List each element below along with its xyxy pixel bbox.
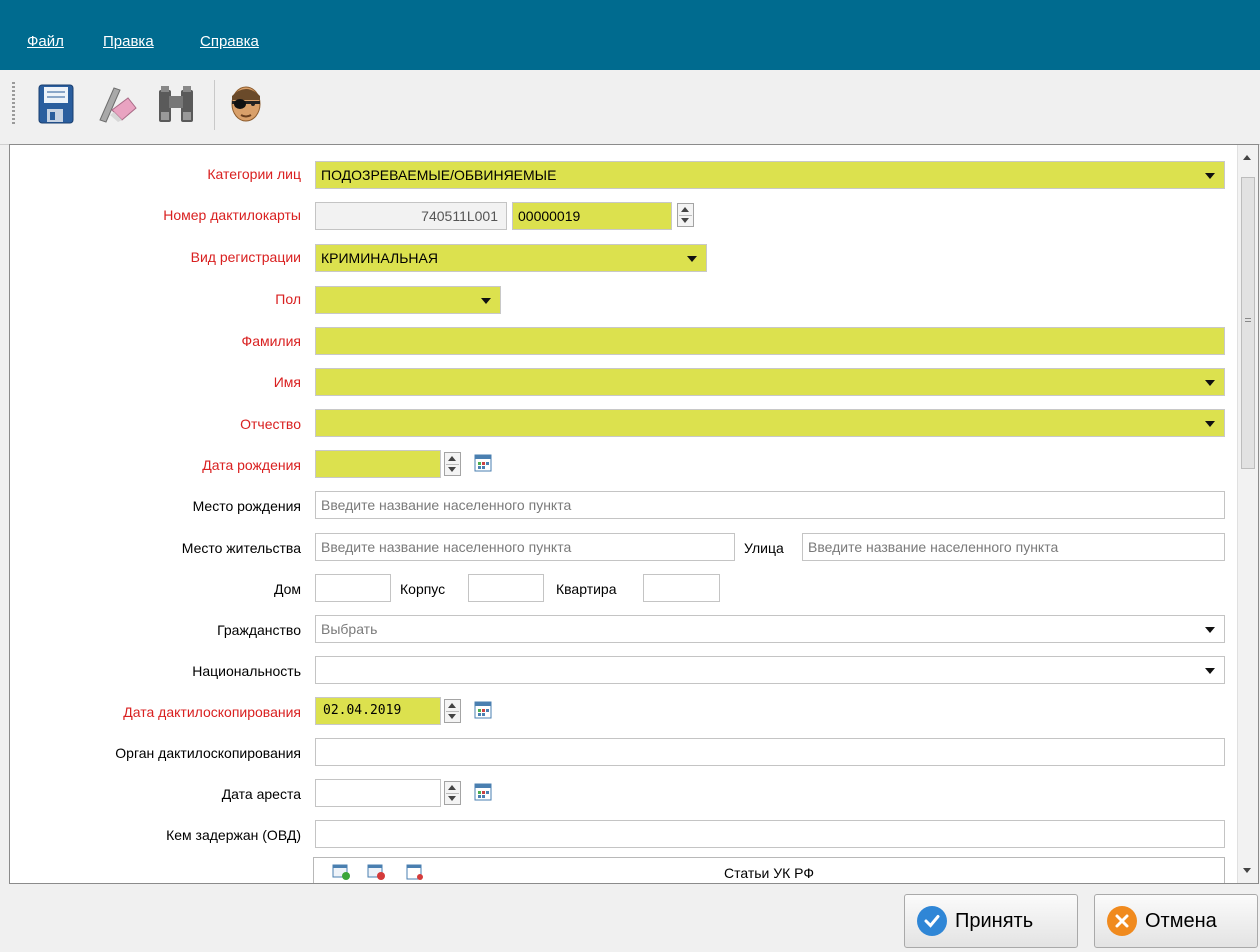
close-icon	[1107, 906, 1137, 936]
menu-bar: Файл Правка Справка	[0, 0, 1260, 70]
accept-label: Принять	[955, 909, 1034, 932]
check-icon	[917, 906, 947, 936]
birth-place-placeholder: Введите название населенного пункта	[321, 497, 572, 513]
person-form: Категории лиц ПОДОЗРЕВАЕМЫЕ/ОБВИНЯЕМЫЕ Н…	[9, 144, 1259, 884]
card-number-prefix-value: 740511L001	[421, 208, 498, 224]
fingerprint-agency-input[interactable]	[315, 738, 1225, 766]
vertical-scrollbar[interactable]	[1237, 145, 1258, 883]
label-nationality: Национальность	[192, 663, 301, 679]
chevron-down-icon	[687, 256, 697, 262]
menu-edit[interactable]: Правка	[103, 33, 154, 50]
scroll-down-icon[interactable]	[1243, 868, 1251, 873]
calendar-icon[interactable]	[474, 783, 492, 801]
registration-type-value: КРИМИНАЛЬНАЯ	[321, 250, 438, 266]
birth-date-stepper[interactable]	[444, 452, 461, 476]
building-input[interactable]	[468, 574, 544, 602]
label-street: Улица	[744, 540, 784, 556]
scrollbar-thumb[interactable]	[1241, 177, 1255, 469]
category-select[interactable]: ПОДОЗРЕВАЕМЫЕ/ОБВИНЯЕМЫЕ	[315, 161, 1225, 189]
fingerprint-date-field[interactable]: 02.04.2019	[315, 697, 441, 725]
street-placeholder: Введите название населенного пункта	[808, 539, 1059, 555]
registration-type-select[interactable]: КРИМИНАЛЬНАЯ	[315, 244, 707, 272]
label-residence: Место жительства	[181, 540, 301, 556]
calendar-icon[interactable]	[474, 701, 492, 719]
nationality-select[interactable]	[315, 656, 1225, 684]
label-detained-by: Кем задержан (ОВД)	[166, 827, 301, 843]
toolbar-grip[interactable]	[12, 82, 15, 126]
chevron-down-icon	[1205, 173, 1215, 179]
toolbar	[0, 70, 1260, 145]
detained-by-input[interactable]	[315, 820, 1225, 848]
label-building: Корпус	[400, 581, 446, 597]
cancel-button[interactable]: Отмена	[1094, 894, 1258, 948]
label-category: Категории лиц	[207, 166, 301, 182]
binoculars-icon[interactable]	[150, 76, 202, 132]
label-patronymic: Отчество	[240, 416, 301, 432]
label-sex: Пол	[275, 291, 301, 307]
label-birth-place: Место рождения	[192, 498, 301, 514]
agent-avatar-icon[interactable]	[220, 76, 272, 132]
birth-date-field[interactable]: . .	[315, 450, 441, 478]
cancel-label: Отмена	[1145, 909, 1217, 932]
label-fingerprint-agency: Орган дактилоскопирования	[115, 745, 301, 761]
articles-title: Статьи УК РФ	[723, 865, 815, 881]
card-number-stepper[interactable]	[677, 203, 694, 227]
house-input[interactable]	[315, 574, 391, 602]
accept-button[interactable]: Принять	[904, 894, 1078, 948]
chevron-down-icon	[1205, 421, 1215, 427]
label-house: Дом	[273, 581, 301, 597]
fingerprint-date-value: 02.04.2019	[323, 703, 402, 718]
fingerprint-date-stepper[interactable]	[444, 699, 461, 723]
label-birth-date: Дата рождения	[202, 457, 301, 473]
chevron-down-icon	[1205, 668, 1215, 674]
arrest-date-field[interactable]: . .	[315, 779, 441, 807]
arrest-date-stepper[interactable]	[444, 781, 461, 805]
card-number-value: 00000019	[518, 208, 581, 224]
toolbar-separator	[214, 80, 215, 130]
articles-panel: Статьи УК РФ	[313, 857, 1225, 883]
label-fingerprint-date: Дата дактилоскопирования	[123, 704, 301, 720]
sex-select[interactable]	[315, 286, 501, 314]
scroll-up-icon[interactable]	[1243, 155, 1251, 160]
residence-placeholder: Введите название населенного пункта	[321, 539, 572, 555]
residence-input[interactable]: Введите название населенного пункта	[315, 533, 735, 561]
citizenship-placeholder: Выбрать	[321, 621, 378, 637]
street-input[interactable]: Введите название населенного пункта	[802, 533, 1225, 561]
label-registration-type: Вид регистрации	[190, 249, 301, 265]
name-select[interactable]	[315, 368, 1225, 396]
label-card-number: Номер дактилокарты	[163, 207, 301, 223]
citizenship-select[interactable]: Выбрать	[315, 615, 1225, 643]
label-apartment: Квартира	[556, 581, 617, 597]
birth-place-input[interactable]: Введите название населенного пункта	[315, 491, 1225, 519]
category-value: ПОДОЗРЕВАЕМЫЕ/ОБВИНЯЕМЫЕ	[321, 167, 557, 183]
label-surname: Фамилия	[241, 333, 301, 349]
label-name: Имя	[273, 374, 301, 390]
menu-help[interactable]: Справка	[200, 33, 259, 50]
calendar-icon[interactable]	[474, 454, 492, 472]
save-icon[interactable]	[30, 76, 82, 132]
label-citizenship: Гражданство	[217, 622, 301, 638]
menu-file[interactable]: Файл	[27, 33, 64, 50]
chevron-down-icon	[1205, 627, 1215, 633]
edit-eraser-icon[interactable]	[90, 76, 142, 132]
card-number-prefix: 740511L001	[315, 202, 507, 230]
patronymic-select[interactable]	[315, 409, 1225, 437]
card-number-field[interactable]: 00000019	[512, 202, 672, 230]
label-arrest-date: Дата ареста	[221, 786, 301, 802]
chevron-down-icon	[1205, 380, 1215, 386]
apartment-input[interactable]	[643, 574, 720, 602]
surname-field[interactable]	[315, 327, 1225, 355]
chevron-down-icon	[481, 298, 491, 304]
